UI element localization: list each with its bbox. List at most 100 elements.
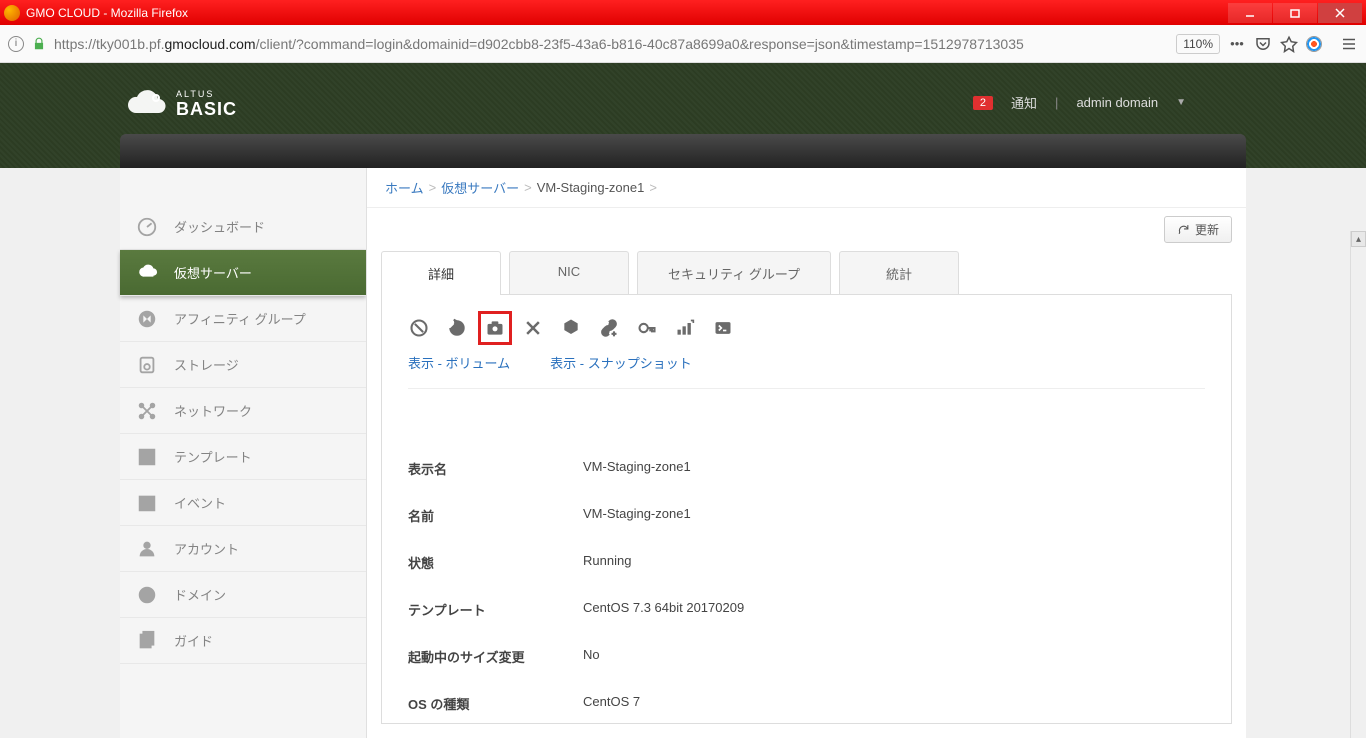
refresh-label: 更新 — [1195, 221, 1219, 238]
sidebar-item-events[interactable]: 17 イベント — [120, 480, 366, 526]
detail-row-dynamic-scale: 起動中のサイズ変更No — [408, 633, 1205, 680]
sidebar-item-label: ドメイン — [174, 585, 226, 604]
more-icon[interactable]: ••• — [1228, 35, 1246, 53]
extension-icon[interactable] — [1306, 36, 1322, 52]
logo[interactable]: ALTUS BASIC — [120, 87, 237, 122]
snapshot-icon[interactable] — [484, 317, 506, 339]
lock-icon — [32, 37, 46, 51]
window-close-button[interactable] — [1318, 3, 1362, 23]
breadcrumb-separator: > — [524, 180, 532, 195]
sidebar-item-label: イベント — [174, 493, 226, 512]
view-volume-link[interactable]: 表示 - ボリューム — [408, 353, 510, 372]
detail-value: VM-Staging-zone1 — [583, 459, 691, 478]
sidebar-item-label: 仮想サーバー — [174, 263, 252, 282]
firefox-icon — [4, 5, 20, 21]
window-maximize-button[interactable] — [1273, 3, 1317, 23]
page-scrollbar[interactable]: ▴ — [1350, 231, 1366, 738]
pocket-icon[interactable] — [1254, 35, 1272, 53]
bookmark-star-icon[interactable] — [1280, 35, 1298, 53]
refresh-button[interactable]: 更新 — [1164, 216, 1232, 243]
refresh-icon — [1177, 223, 1190, 236]
view-snapshot-link[interactable]: 表示 - スナップショット — [550, 353, 692, 372]
detail-label: 名前 — [408, 506, 583, 525]
url-suffix: /client/?command=login&domainid=d902cbb8… — [256, 36, 1024, 52]
zoom-indicator[interactable]: 110% — [1176, 34, 1220, 54]
detail-row-displayname: 表示名VM-Staging-zone1 — [408, 445, 1205, 492]
destroy-icon[interactable] — [522, 317, 544, 339]
detail-label: テンプレート — [408, 600, 583, 619]
browser-toolbar: i https://tky001b.pf.gmocloud.com/client… — [0, 25, 1366, 63]
breadcrumb-home[interactable]: ホーム — [385, 178, 424, 197]
sidebar-item-network[interactable]: ネットワーク — [120, 388, 366, 434]
detail-value: VM-Staging-zone1 — [583, 506, 691, 525]
site-info-icon[interactable]: i — [8, 36, 24, 52]
detail-row-name: 名前VM-Staging-zone1 — [408, 492, 1205, 539]
detail-value: No — [583, 647, 600, 666]
account-menu[interactable]: admin domain — [1076, 95, 1158, 110]
detail-label: 起動中のサイズ変更 — [408, 647, 583, 666]
window-title: GMO CLOUD - Mozilla Firefox — [26, 6, 188, 20]
detail-value: CentOS 7 — [583, 694, 640, 713]
notification-badge[interactable]: 2 — [973, 96, 993, 110]
reboot-icon[interactable] — [446, 317, 468, 339]
notification-label[interactable]: 通知 — [1011, 93, 1037, 112]
copy-icon — [136, 630, 158, 652]
sidebar-item-label: ダッシュボード — [174, 217, 265, 236]
stop-icon[interactable] — [408, 317, 430, 339]
sidebar-item-label: アフィニティ グループ — [174, 309, 306, 328]
cloud-icon — [136, 262, 158, 284]
scale-icon[interactable] — [674, 317, 696, 339]
reinstall-icon[interactable] — [560, 317, 582, 339]
sidebar-item-label: ガイド — [174, 631, 213, 650]
sidebar-item-domains[interactable]: ドメイン — [120, 572, 366, 618]
breadcrumb-separator: > — [429, 180, 437, 195]
hamburger-menu-icon[interactable] — [1340, 35, 1358, 53]
sidebar-item-templates[interactable]: テンプレート — [120, 434, 366, 480]
user-icon — [136, 538, 158, 560]
sidebar-item-instances[interactable]: 仮想サーバー — [120, 250, 366, 296]
sidebar-item-label: ストレージ — [174, 355, 239, 374]
breadcrumb-current: VM-Staging-zone1 — [537, 180, 645, 195]
sidebar-item-storage[interactable]: ストレージ — [120, 342, 366, 388]
details-list[interactable]: 表示名VM-Staging-zone1 名前VM-Staging-zone1 状… — [408, 425, 1225, 723]
affinity-icon — [136, 308, 158, 330]
sidebar-item-guide[interactable]: ガイド — [120, 618, 366, 664]
target-icon — [136, 584, 158, 606]
url-prefix: https://tky001b.pf. — [54, 36, 165, 52]
breadcrumb-level1[interactable]: 仮想サーバー — [441, 178, 519, 197]
attach-iso-icon[interactable] — [598, 317, 620, 339]
chevron-down-icon[interactable]: ▼ — [1176, 97, 1186, 108]
tab-stats[interactable]: 統計 — [839, 251, 959, 295]
url-bar[interactable]: https://tky001b.pf.gmocloud.com/client/?… — [54, 36, 1168, 52]
sidebar-item-affinity[interactable]: アフィニティ グループ — [120, 296, 366, 342]
logo-text-big: BASIC — [176, 100, 237, 120]
tab-details[interactable]: 詳細 — [381, 251, 501, 295]
template-icon — [136, 446, 158, 468]
detail-label: 状態 — [408, 553, 583, 572]
detail-row-ostype: OS の種類CentOS 7 — [408, 680, 1205, 723]
svg-text:17: 17 — [144, 502, 152, 509]
sidebar: ダッシュボード 仮想サーバー アフィニティ グループ ストレージ ネットワーク … — [120, 168, 366, 738]
detail-value: CentOS 7.3 64bit 20170209 — [583, 600, 744, 619]
calendar-icon: 17 — [136, 492, 158, 514]
tab-bar: 詳細 NIC セキュリティ グループ 統計 — [381, 251, 1232, 295]
disk-icon — [136, 354, 158, 376]
window-titlebar: GMO CLOUD - Mozilla Firefox — [0, 0, 1366, 25]
tab-nic[interactable]: NIC — [509, 251, 629, 295]
breadcrumb-separator: > — [649, 180, 657, 195]
header-divider: | — [1055, 95, 1058, 110]
sidebar-item-dashboard[interactable]: ダッシュボード — [120, 204, 366, 250]
sidebar-item-label: ネットワーク — [174, 401, 252, 420]
sidebar-item-accounts[interactable]: アカウント — [120, 526, 366, 572]
sidebar-item-label: アカウント — [174, 539, 239, 558]
app-header: ALTUS BASIC 2 通知 | admin domain ▼ — [0, 63, 1366, 168]
detail-row-state: 状態Running — [408, 539, 1205, 586]
console-icon[interactable] — [712, 317, 734, 339]
window-minimize-button[interactable] — [1228, 3, 1272, 23]
breadcrumb: ホーム > 仮想サーバー > VM-Staging-zone1 > — [367, 168, 1246, 208]
cloud-logo-icon — [120, 87, 170, 122]
scroll-up-arrow[interactable]: ▴ — [1351, 231, 1366, 247]
sidebar-item-label: テンプレート — [174, 447, 252, 466]
tab-security-groups[interactable]: セキュリティ グループ — [637, 251, 831, 295]
reset-password-icon[interactable] — [636, 317, 658, 339]
